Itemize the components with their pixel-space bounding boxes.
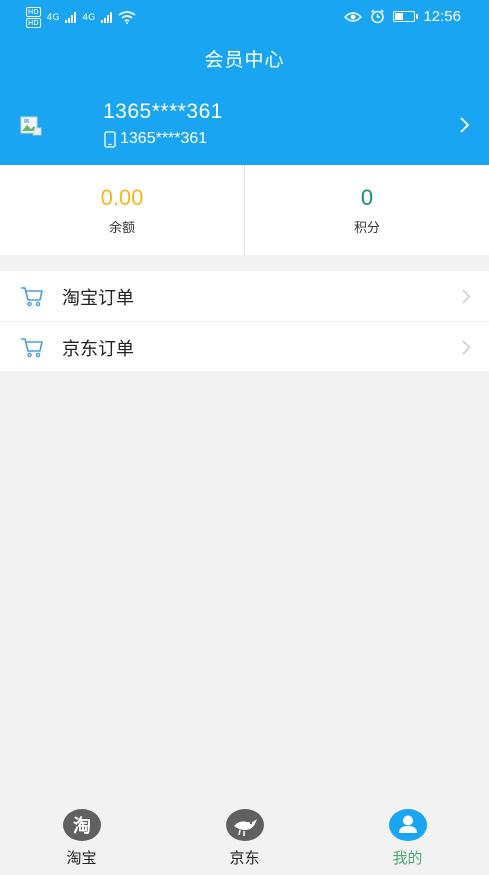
alarm-icon — [371, 9, 385, 24]
hd-icon: HD HD — [26, 7, 41, 28]
status-right: 12:56 — [344, 8, 461, 25]
stats-panel: 0.00 余额 0 积分 — [0, 165, 489, 255]
profile-phone-row: 1365****361 — [104, 130, 207, 148]
cart-icon — [21, 338, 43, 358]
jd-icon — [225, 809, 264, 841]
points-value: 0 — [360, 184, 374, 210]
battery-icon — [393, 11, 419, 22]
chevron-right-icon — [460, 117, 470, 133]
status-left: HD HD 4G 4G — [26, 7, 136, 28]
balance-value: 0.00 — [100, 184, 144, 210]
profile-card[interactable]: 1365****361 1365****361 — [0, 92, 489, 162]
chevron-right-icon — [462, 340, 471, 355]
page-title: 会员中心 — [204, 49, 285, 71]
menu-item-taobao-orders[interactable]: 淘宝订单 — [0, 271, 489, 321]
tab-label: 淘宝 — [66, 849, 97, 867]
status-bar: HD HD 4G 4G 12:56 — [0, 0, 489, 34]
user-icon — [388, 809, 427, 841]
tab-label: 我的 — [392, 849, 423, 867]
svg-text:淘: 淘 — [73, 815, 91, 837]
tab-label: 京东 — [229, 849, 260, 867]
network-label-1: 4G — [46, 12, 60, 23]
bottom-tab-bar: 淘 淘宝 京东 我的 — [0, 802, 489, 875]
points-label: 积分 — [353, 220, 380, 236]
signal-icon — [101, 12, 113, 23]
chevron-right-icon — [462, 289, 471, 304]
status-time: 12:56 — [423, 8, 461, 25]
order-menu: 淘宝订单 京东订单 — [0, 271, 489, 371]
profile-phone: 1365****361 — [120, 130, 208, 147]
signal-icon — [65, 12, 77, 23]
tab-taobao[interactable]: 淘 淘宝 — [0, 802, 163, 875]
menu-item-label: 淘宝订单 — [62, 288, 134, 309]
wifi-icon — [118, 11, 136, 24]
menu-item-label: 京东订单 — [62, 339, 134, 360]
profile-name: 1365****361 — [103, 100, 223, 123]
menu-item-jd-orders[interactable]: 京东订单 — [0, 321, 489, 371]
eye-icon — [344, 11, 363, 22]
balance-label: 余额 — [108, 220, 135, 236]
network-label-2: 4G — [82, 12, 96, 23]
points-stat[interactable]: 0 积分 — [244, 165, 489, 255]
balance-stat[interactable]: 0.00 余额 — [0, 165, 244, 255]
tab-jd[interactable]: 京东 — [163, 802, 326, 875]
cart-icon — [21, 287, 43, 307]
header: HD HD 4G 4G 12:56 会员中心 1365****361 1365*… — [0, 0, 489, 165]
taobao-icon: 淘 — [62, 809, 101, 841]
phone-icon — [104, 130, 116, 148]
tab-mine[interactable]: 我的 — [326, 802, 489, 875]
broken-image-icon — [20, 116, 42, 136]
